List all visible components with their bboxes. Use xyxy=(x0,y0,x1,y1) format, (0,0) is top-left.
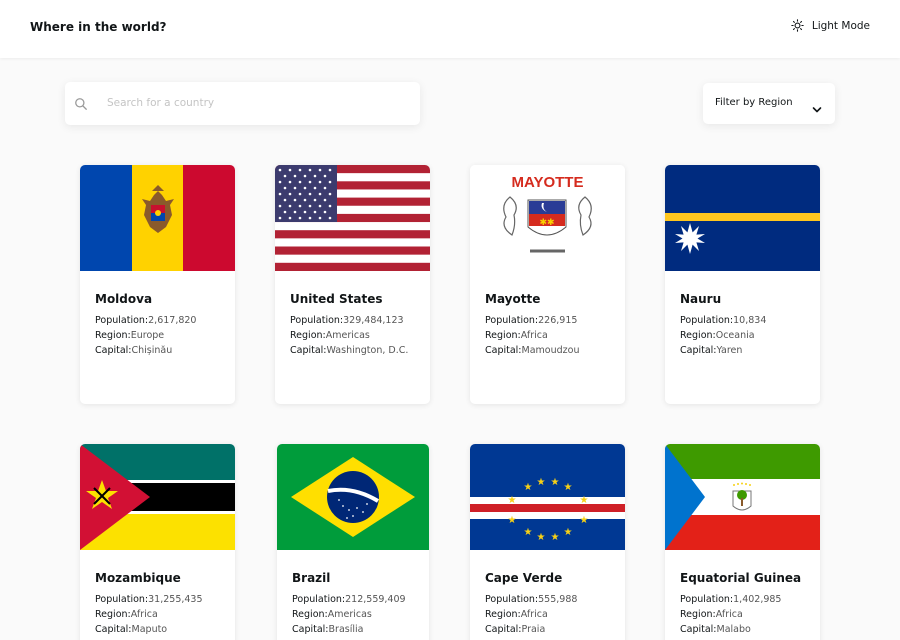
country-population: Population:31,255,435 xyxy=(95,594,203,605)
svg-text:★: ★ xyxy=(551,477,560,488)
country-population: Population:2,617,820 xyxy=(95,315,197,326)
country-name: United States xyxy=(290,292,383,306)
brazil-flag-image xyxy=(277,444,429,550)
sun-icon xyxy=(791,19,804,32)
country-population: Population:329,484,123 xyxy=(290,315,404,326)
svg-text:★: ★ xyxy=(508,495,517,506)
country-name: Nauru xyxy=(680,292,722,306)
country-population: Population:555,988 xyxy=(485,594,578,605)
country-population: Population:1,402,985 xyxy=(680,594,782,605)
country-name: Brazil xyxy=(292,571,331,585)
country-region: Region:Africa xyxy=(485,609,548,620)
country-region: Region:Africa xyxy=(680,609,743,620)
united-states-flag-image xyxy=(275,165,430,271)
country-capital: Capital:Maputo xyxy=(95,624,168,635)
country-card-mayotte[interactable]: MAYOTTE ✱✱ Mayotte Population:226,915 Re… xyxy=(470,165,625,404)
country-card-moldova[interactable]: Moldova Population:2,617,820 Region:Euro… xyxy=(80,165,235,404)
mozambique-flag-image xyxy=(80,444,235,550)
svg-text:★: ★ xyxy=(580,495,589,506)
nauru-flag-image xyxy=(665,165,820,271)
country-capital: Capital:Malabo xyxy=(680,624,751,635)
country-card-cape-verde[interactable]: ★ ★ ★ ★ ★ ★ ★ ★ ★ ★ ★ ★ Cape Verde Population:555… xyxy=(470,444,625,640)
region-filter-label: Filter by Region xyxy=(715,97,793,108)
svg-text:✱✱: ✱✱ xyxy=(539,218,554,228)
country-population: Population:212,559,409 xyxy=(292,594,406,605)
svg-text:★: ★ xyxy=(537,532,546,543)
country-card-united-states[interactable]: United States Population:329,484,123 Reg… xyxy=(275,165,430,404)
country-population: Population:10,834 xyxy=(680,315,767,326)
chevron-down-icon xyxy=(812,99,822,118)
country-capital: Capital:Mamoudzou xyxy=(485,345,580,356)
top-header: Where in the world? Light Mode xyxy=(0,0,900,58)
country-capital: Capital:Yaren xyxy=(680,345,743,356)
country-name: Equatorial Guinea xyxy=(680,571,802,585)
app-title: Where in the world? xyxy=(30,20,167,34)
svg-text:★: ★ xyxy=(508,515,517,526)
country-region: Region:Americas xyxy=(292,609,372,620)
search-icon xyxy=(74,96,88,115)
theme-toggle-button[interactable]: Light Mode xyxy=(791,19,870,32)
svg-text:★: ★ xyxy=(524,482,533,493)
svg-text:★: ★ xyxy=(564,482,573,493)
cape-verde-flag-image: ★ ★ ★ ★ ★ ★ ★ ★ ★ ★ ★ ★ xyxy=(470,444,625,550)
svg-text:★: ★ xyxy=(524,527,533,538)
country-capital: Capital:Chișinău xyxy=(95,345,173,356)
search-input[interactable] xyxy=(107,93,407,113)
country-name: Mozambique xyxy=(95,571,181,585)
country-region: Region:Oceania xyxy=(680,330,755,341)
country-capital: Capital:Praia xyxy=(485,624,546,635)
country-card-nauru[interactable]: Nauru Population:10,834 Region:Oceania C… xyxy=(665,165,820,404)
country-card-equatorial-guinea[interactable]: Equatorial Guinea Population:1,402,985 R… xyxy=(665,444,820,640)
country-region: Region:Africa xyxy=(485,330,548,341)
mayotte-flag-image: MAYOTTE ✱✱ xyxy=(470,165,625,271)
country-name: Cape Verde xyxy=(485,571,563,585)
svg-text:★: ★ xyxy=(564,527,573,538)
svg-text:★: ★ xyxy=(537,477,546,488)
country-region: Region:Americas xyxy=(290,330,370,341)
equatorial-guinea-flag-image xyxy=(665,444,820,550)
country-card-mozambique[interactable]: Mozambique Population:31,255,435 Region:… xyxy=(80,444,235,640)
search-box xyxy=(65,82,420,125)
country-capital: Capital:Brasília xyxy=(292,624,364,635)
country-region: Region:Europe xyxy=(95,330,165,341)
svg-text:★: ★ xyxy=(551,532,560,543)
country-name: Mayotte xyxy=(485,292,541,306)
theme-toggle-label: Light Mode xyxy=(811,19,870,32)
region-filter-dropdown[interactable]: Filter by Region xyxy=(703,83,835,124)
moldova-flag-image xyxy=(80,165,235,271)
country-name: Moldova xyxy=(95,292,153,306)
svg-text:★: ★ xyxy=(580,515,589,526)
country-population: Population:226,915 xyxy=(485,315,578,326)
country-capital: Capital:Washington, D.C. xyxy=(290,345,409,356)
mayotte-flag-text: MAYOTTE xyxy=(512,174,584,191)
country-region: Region:Africa xyxy=(95,609,158,620)
country-card-brazil[interactable]: Brazil Population:212,559,409 Region:Ame… xyxy=(277,444,429,640)
